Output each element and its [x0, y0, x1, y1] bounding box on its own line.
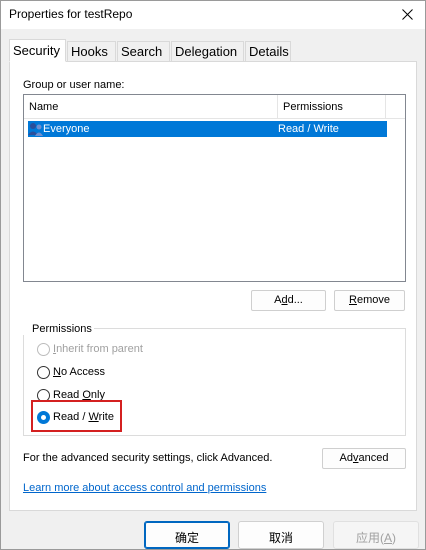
radio-inherit-from-parent[interactable]: Inherit from parent	[37, 341, 143, 357]
group-or-user-label: Group or user name:	[23, 79, 125, 91]
learn-more-link[interactable]: Learn more about access control and perm…	[23, 482, 266, 494]
close-button[interactable]	[395, 3, 419, 25]
column-header-permissions[interactable]: Permissions	[278, 95, 386, 119]
radio-no-access[interactable]: No Access	[37, 364, 105, 380]
permissions-group-title: Permissions	[23, 323, 94, 335]
list-item-name: Everyone	[43, 123, 90, 135]
tab-security[interactable]: Security	[9, 39, 66, 62]
tab-hooks[interactable]: Hooks	[67, 41, 116, 61]
column-header-name[interactable]: Name	[24, 95, 278, 119]
apply-button[interactable]: 应用(A)	[333, 521, 419, 549]
radio-label: No Access	[53, 366, 105, 378]
radio-circle	[37, 342, 50, 356]
window-title: Properties for testRepo	[9, 7, 133, 21]
radio-circle	[37, 365, 50, 379]
user-list[interactable]: Name Permissions Everyone Read / Write	[23, 94, 406, 282]
remove-button[interactable]: Remove	[334, 290, 405, 311]
security-panel: Group or user name: Name Permissions Eve…	[9, 61, 417, 511]
ok-button[interactable]: 确定	[144, 521, 230, 549]
list-header: Name Permissions	[24, 95, 405, 119]
radio-label: Inherit from parent	[53, 343, 143, 355]
properties-dialog: Properties for testRepo Security Hooks S…	[0, 0, 426, 550]
add-button[interactable]: Add...	[251, 290, 326, 311]
tab-delegation[interactable]: Delegation	[171, 41, 244, 61]
advanced-description: For the advanced security settings, clic…	[23, 452, 273, 464]
list-item[interactable]: Everyone Read / Write	[28, 121, 387, 137]
tab-details[interactable]: Details	[245, 41, 291, 61]
list-item-permission: Read / Write	[278, 123, 339, 135]
highlight-annotation	[31, 400, 122, 432]
title-bar: Properties for testRepo	[1, 1, 425, 29]
group-users-icon	[28, 123, 43, 136]
cancel-button[interactable]: 取消	[238, 521, 324, 549]
advanced-button[interactable]: Advanced	[322, 448, 406, 469]
tab-search[interactable]: Search	[117, 41, 170, 61]
close-icon	[401, 8, 413, 20]
